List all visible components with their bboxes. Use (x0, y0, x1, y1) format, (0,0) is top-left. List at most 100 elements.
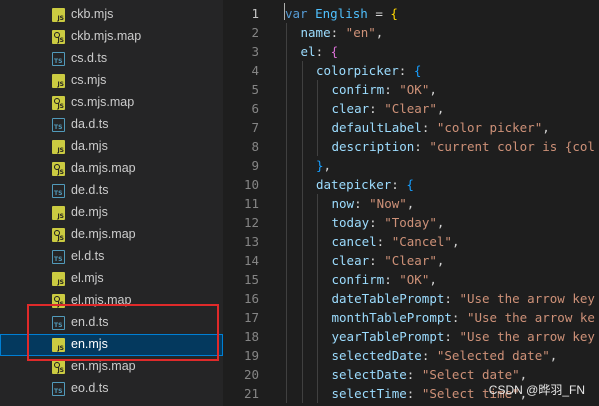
code-token: "OK" (399, 82, 430, 97)
indent-guide (317, 270, 318, 289)
file-item[interactable]: JS de.mjs.map (0, 224, 223, 246)
code-text: name: "en", (301, 25, 384, 40)
code-token: : (315, 44, 331, 59)
file-name: el.d.ts (71, 249, 105, 263)
indent-guide (286, 232, 287, 251)
code-text: }, (316, 158, 331, 173)
code-token: cancel (331, 234, 377, 249)
indent-guide (317, 346, 318, 365)
file-item[interactable]: TS cs.d.ts (0, 48, 223, 70)
code-token: , (436, 101, 445, 116)
code-editor[interactable]: 1 var English = {2 name: "en", 3 el: {4 color… (223, 0, 599, 406)
code-token: "Clear" (384, 101, 437, 116)
code-line[interactable]: 12 today: "Today", (223, 213, 599, 232)
indent-guide (286, 365, 287, 384)
code-token: el (300, 44, 316, 59)
file-item[interactable]: JS cs.mjs.map (0, 92, 223, 114)
code-token: "OK" (399, 272, 430, 287)
file-item[interactable]: JS el.mjs.map (0, 290, 223, 312)
code-token: colorpicker (316, 63, 399, 78)
file-item[interactable]: TS en.d.ts (0, 312, 223, 334)
code-text: now: "Now", (332, 196, 415, 211)
file-item[interactable]: JS da.mjs.map (0, 158, 223, 180)
code-text: selectedDate: "Selected date", (332, 348, 558, 363)
code-line[interactable]: 15 confirm: "OK", (223, 270, 599, 289)
code-line[interactable]: 3 el: { (223, 42, 599, 61)
file-item[interactable]: JS ckb.mjs (0, 4, 223, 26)
file-name: ckb.mjs.map (71, 29, 142, 43)
code-token: , (406, 196, 415, 211)
file-explorer: JS ckb.mjs JS ckb.mjs.map TS cs.d.ts JS cs.mjs J… (0, 0, 223, 406)
code-token: , (451, 234, 460, 249)
code-token: , (519, 367, 528, 382)
indent-guide (286, 308, 287, 327)
file-item[interactable]: TS el.d.ts (0, 246, 223, 268)
file-name: da.mjs.map (71, 161, 136, 175)
indent-guide (286, 42, 287, 61)
file-item[interactable]: JS cs.mjs (0, 70, 223, 92)
indent-guide (301, 384, 303, 403)
code-line[interactable]: 2 name: "en", (223, 23, 599, 42)
code-text: defaultLabel: "color picker", (332, 120, 550, 135)
code-token: yearTablePrompt (331, 329, 445, 344)
code-token: : (444, 291, 460, 306)
code-line[interactable]: 19 selectedDate: "Selected date", (223, 346, 599, 365)
code-token: English (315, 6, 368, 21)
file-item[interactable]: JS de.mjs (0, 202, 223, 224)
code-line[interactable]: 17 monthTablePrompt: "Use the arrow ke (223, 308, 599, 327)
js-file-icon: JS (52, 206, 65, 220)
code-line[interactable]: 8 description: "current color is {col (223, 137, 599, 156)
file-name: de.mjs (71, 205, 108, 219)
code-line[interactable]: 13 cancel: "Cancel", (223, 232, 599, 251)
indent-guide (317, 118, 318, 137)
code-token: "Selected date" (436, 348, 550, 363)
code-token: , (436, 215, 445, 230)
indent-guide (286, 346, 287, 365)
code-token: "Use the arrow ke (466, 310, 595, 325)
code-token: { (390, 6, 398, 21)
file-item[interactable]: JS ckb.mjs.map (0, 26, 223, 48)
file-item[interactable]: JS el.mjs (0, 268, 223, 290)
code-line[interactable]: 18 yearTablePrompt: "Use the arrow key (223, 327, 599, 346)
code-token: "Now" (369, 196, 407, 211)
code-line[interactable]: 16 dateTablePrompt: "Use the arrow key (223, 289, 599, 308)
indent-guide (317, 308, 318, 327)
code-token: selectDate (331, 367, 407, 382)
code-line[interactable]: 6 clear: "Clear", (223, 99, 599, 118)
indent-guide (286, 251, 287, 270)
code-token: , (429, 272, 437, 287)
line-number: 6 (251, 101, 259, 116)
code-line[interactable]: 1 var English = { (223, 4, 599, 23)
file-item[interactable]: JS da.mjs (0, 136, 223, 158)
code-token: selectTime (331, 386, 407, 401)
code-line[interactable]: 4 colorpicker: { (223, 61, 599, 80)
code-line[interactable]: 9}, (223, 156, 599, 175)
file-name: da.mjs (71, 139, 108, 153)
code-token: : (406, 386, 422, 401)
indent-guide (301, 156, 303, 175)
file-item[interactable]: TS da.d.ts (0, 114, 223, 136)
code-token: "Cancel" (391, 234, 452, 249)
indent-guide (286, 23, 287, 42)
code-token: : (330, 25, 346, 40)
file-item[interactable]: JS en.mjs.map (0, 356, 223, 378)
code-token: defaultLabel (331, 120, 422, 135)
code-line[interactable]: 14 clear: "Clear", (223, 251, 599, 270)
code-line[interactable]: 11 now: "Now", (223, 194, 599, 213)
indent-guide (286, 270, 287, 289)
indent-guide (317, 289, 318, 308)
code-line[interactable]: 7 defaultLabel: "color picker", (223, 118, 599, 137)
code-token: "Use the arrow key (459, 329, 595, 344)
indent-guide (286, 61, 287, 80)
code-token: : (444, 329, 460, 344)
indent-guide (286, 118, 287, 137)
file-item[interactable]: JS en.mjs (0, 334, 223, 356)
file-item[interactable]: TS eo.d.ts (0, 378, 223, 400)
code-token: "Clear" (384, 253, 437, 268)
code-line[interactable]: 5 confirm: "OK", (223, 80, 599, 99)
code-line[interactable]: 10 datepicker: { (223, 175, 599, 194)
code-token: name (300, 25, 331, 40)
file-item[interactable]: TS de.d.ts (0, 180, 223, 202)
code-token: : (369, 253, 385, 268)
line-number: 20 (243, 367, 259, 382)
